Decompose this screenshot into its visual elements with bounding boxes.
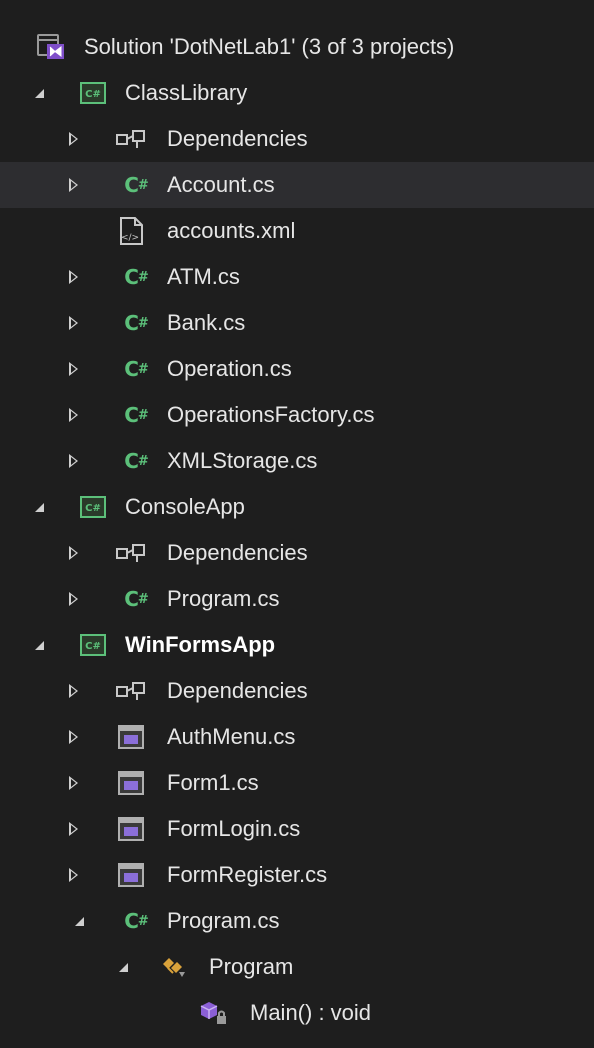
expand-arrow-icon[interactable] [62,162,84,208]
csharp-file-icon: C # [124,173,149,197]
tree-row-program-class[interactable]: Program [0,944,594,990]
project-label: WinFormsApp [125,632,276,657]
collapse-arrow-icon[interactable] [112,944,134,990]
csharp-file-icon: C # [124,909,149,933]
svg-text:C#: C# [85,89,101,100]
csharp-project-icon: C# [79,622,107,668]
item-label: OperationsFactory.cs [167,402,375,427]
expand-arrow-icon[interactable] [62,392,84,438]
collapse-arrow-icon[interactable] [68,898,90,944]
tree-row-dependencies[interactable]: Dependencies [0,530,594,576]
tree-row-project-classlibrary[interactable]: C# ClassLibrary [0,70,594,116]
csharp-project-icon: C# [79,70,107,116]
expand-arrow-icon[interactable] [62,438,84,484]
tree-row-authmenu-cs[interactable]: AuthMenu.cs [0,714,594,760]
csharp-file-icon: C # [124,357,149,381]
form-file-icon [116,714,146,760]
tree-row-account-cs[interactable]: C # Account.cs [0,162,594,208]
form-file-icon [116,852,146,898]
dependencies-icon [114,116,148,162]
item-label: FormRegister.cs [167,862,328,887]
dependencies-icon [114,530,148,576]
item-label: Program [209,954,294,979]
tree-row-xmlstorage-cs[interactable]: C # XMLStorage.cs [0,438,594,484]
csharp-project-icon: C# [79,484,107,530]
csharp-file-icon: C # [124,403,149,427]
expand-arrow-icon[interactable] [62,668,84,714]
expand-arrow-icon[interactable] [62,300,84,346]
expand-arrow-icon[interactable] [62,116,84,162]
method-icon [198,990,230,1036]
tree-row-dependencies[interactable]: Dependencies [0,116,594,162]
svg-text:C#: C# [85,503,101,514]
item-label: Dependencies [167,678,308,703]
svg-text:C#: C# [85,641,101,652]
tree-row-operation-cs[interactable]: C # Operation.cs [0,346,594,392]
tree-row-formlogin-cs[interactable]: FormLogin.cs [0,806,594,852]
item-label: Operation.cs [167,356,292,381]
csharp-file-icon: C # [124,449,149,473]
form-file-icon [116,806,146,852]
tree-row-bank-cs[interactable]: C # Bank.cs [0,300,594,346]
item-label: Dependencies [167,540,308,565]
item-label: Form1.cs [167,770,259,795]
tree-row-operationsfactory-cs[interactable]: C # OperationsFactory.cs [0,392,594,438]
collapse-arrow-icon[interactable] [28,484,50,530]
item-label: accounts.xml [167,218,296,243]
tree-row-dependencies[interactable]: Dependencies [0,668,594,714]
item-label: XMLStorage.cs [167,448,318,473]
collapse-arrow-icon[interactable] [28,70,50,116]
tree-row-form1-cs[interactable]: Form1.cs [0,760,594,806]
dependencies-icon [114,668,148,714]
item-label: Program.cs [167,908,280,933]
expand-arrow-icon[interactable] [62,530,84,576]
tree-row-project-winformsapp[interactable]: C# WinFormsApp [0,622,594,668]
class-icon [158,944,190,990]
csharp-file-icon: C # [124,311,149,335]
project-label: ClassLibrary [125,80,248,105]
expand-arrow-icon[interactable] [62,714,84,760]
expand-arrow-icon[interactable] [62,760,84,806]
item-label: Account.cs [167,172,275,197]
item-label: Dependencies [167,126,308,151]
item-label: AuthMenu.cs [167,724,296,749]
collapse-arrow-icon[interactable] [28,622,50,668]
xml-file-icon: </> [116,208,146,254]
solution-explorer: Solution 'DotNetLab1' (3 of 3 projects) … [0,0,594,1048]
tree-row-solution[interactable]: Solution 'DotNetLab1' (3 of 3 projects) [0,24,594,70]
tree-row-main-method[interactable]: Main() : void [0,990,594,1036]
tree-row-atm-cs[interactable]: C # ATM.cs [0,254,594,300]
csharp-file-icon: C # [124,265,149,289]
expand-arrow-icon[interactable] [62,254,84,300]
tree-row-program-cs[interactable]: C # Program.cs [0,898,594,944]
form-file-icon [116,760,146,806]
tree-row-program-cs[interactable]: C # Program.cs [0,576,594,622]
tree-row-formregister-cs[interactable]: FormRegister.cs [0,852,594,898]
tree-row-accounts-xml[interactable]: </> accounts.xml [0,208,594,254]
solution-tree: Solution 'DotNetLab1' (3 of 3 projects) … [0,24,594,1036]
item-label: Bank.cs [167,310,246,335]
expand-arrow-icon[interactable] [62,346,84,392]
svg-text:</>: </> [121,233,139,243]
item-label: Main() : void [250,1000,372,1025]
csharp-file-icon: C # [124,587,149,611]
solution-icon [36,24,66,70]
item-label: ATM.cs [167,264,240,289]
expand-arrow-icon[interactable] [62,806,84,852]
item-label: Program.cs [167,586,280,611]
solution-label: Solution 'DotNetLab1' (3 of 3 projects) [84,34,455,59]
tree-row-project-consoleapp[interactable]: C# ConsoleApp [0,484,594,530]
project-label: ConsoleApp [125,494,245,519]
item-label: FormLogin.cs [167,816,301,841]
expand-arrow-icon[interactable] [62,852,84,898]
expand-arrow-icon[interactable] [62,576,84,622]
